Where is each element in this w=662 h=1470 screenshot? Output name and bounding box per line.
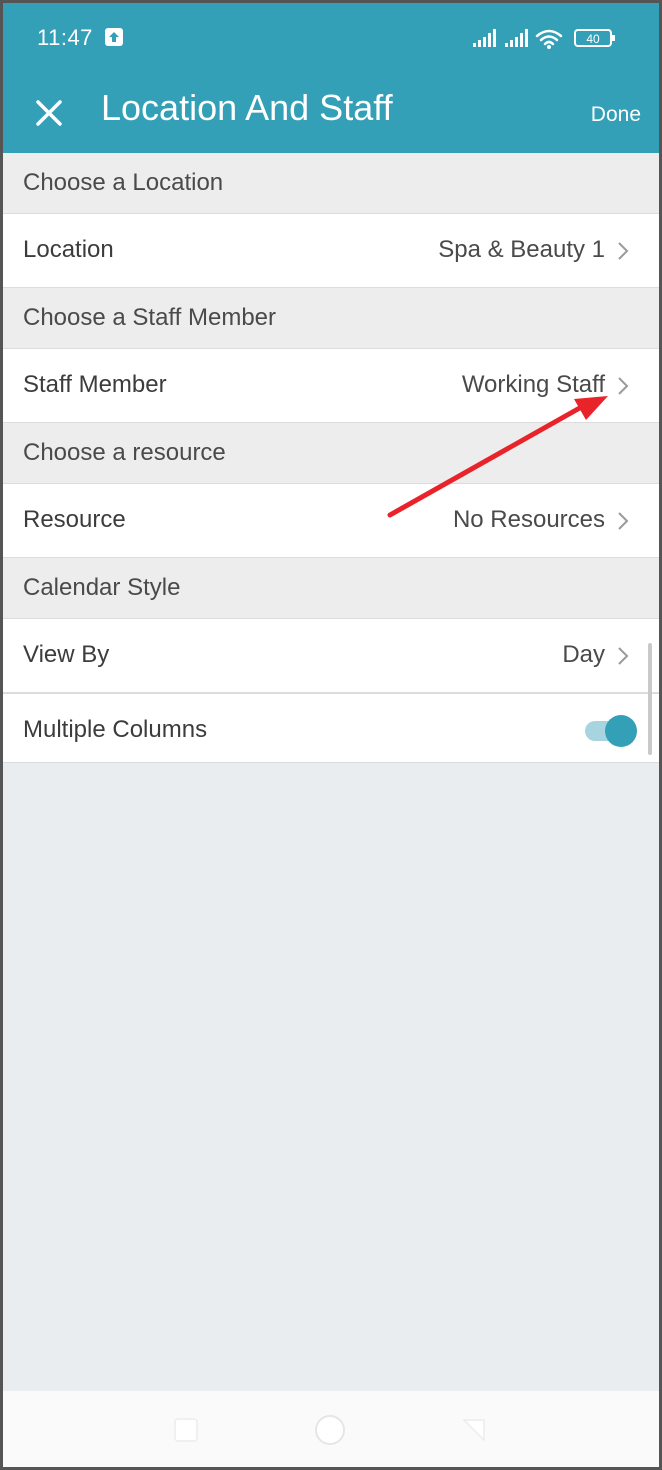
resource-label: Resource: [23, 506, 126, 533]
toggle-knob: [605, 715, 637, 747]
status-time: 11:47: [37, 25, 93, 50]
upload-icon: [105, 28, 123, 46]
chevron-right-icon: [618, 647, 629, 665]
multiple-columns-label: Multiple Columns: [23, 716, 208, 743]
back-icon: [462, 1419, 485, 1442]
battery-icon: 40: [574, 29, 615, 47]
home-button[interactable]: [313, 1413, 347, 1452]
staff-member-label: Staff Member: [23, 371, 167, 398]
page-title: Location And Staff: [101, 87, 393, 128]
status-icons: 40: [473, 27, 623, 51]
view-by-value: Day: [562, 641, 605, 668]
chevron-right-icon: [618, 242, 629, 260]
section-header-location: Choose a Location: [3, 153, 659, 213]
done-button[interactable]: Done: [591, 103, 641, 127]
section-header-resource: Choose a resource: [3, 423, 659, 483]
section-header-staff: Choose a Staff Member: [3, 288, 659, 348]
chevron-right-icon: [618, 377, 629, 395]
location-value: Spa & Beauty 1: [438, 236, 605, 263]
view-by-label: View By: [23, 641, 110, 668]
navigation-bar: [3, 1391, 659, 1467]
wifi-icon: [535, 29, 563, 46]
multiple-columns-toggle[interactable]: [585, 714, 637, 747]
home-icon: [315, 1415, 345, 1445]
scrollbar[interactable]: [648, 643, 652, 755]
signal-icon: [505, 29, 528, 47]
recents-button[interactable]: [173, 1417, 199, 1448]
staff-member-value: Working Staff: [461, 371, 605, 398]
svg-text:40: 40: [586, 32, 600, 46]
location-row[interactable]: Location Spa & Beauty 1: [3, 213, 659, 288]
app-header: 11:47 40 Location And Staff Done: [3, 3, 659, 153]
resource-value: No Resources: [452, 506, 605, 533]
section-header-calendar: Calendar Style: [3, 558, 659, 618]
chevron-right-icon: [618, 512, 629, 530]
view-by-row[interactable]: View By Day: [3, 618, 659, 693]
recents-icon: [174, 1418, 198, 1442]
resource-row[interactable]: Resource No Resources: [3, 483, 659, 558]
multiple-columns-row: Multiple Columns: [3, 693, 659, 763]
close-button[interactable]: [27, 91, 71, 135]
location-label: Location: [23, 236, 114, 263]
close-icon: [36, 100, 62, 126]
status-bar: 11:47 40: [3, 3, 659, 73]
phone-screen: 11:47 40 Location And Staff Done Choose …: [3, 3, 659, 1467]
signal-icon: [473, 29, 496, 47]
staff-member-row[interactable]: Staff Member Working Staff: [3, 348, 659, 423]
settings-list: Choose a Location Location Spa & Beauty …: [3, 153, 659, 763]
back-button[interactable]: [461, 1417, 487, 1448]
